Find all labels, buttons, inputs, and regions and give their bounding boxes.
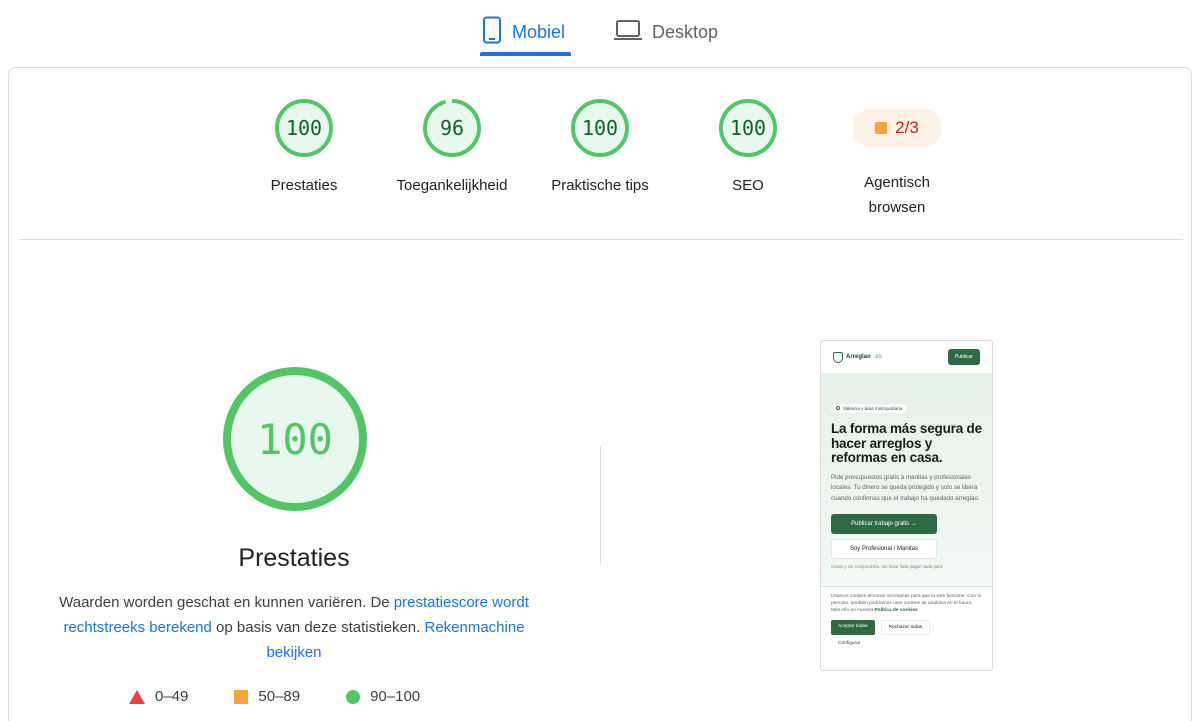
agentic-score: 2/3 (895, 118, 919, 137)
tab-desktop-label: Desktop (652, 21, 719, 42)
triangle-icon (129, 689, 145, 704)
legend-pass: 90–100 (346, 688, 420, 705)
performance-score: 100 (257, 415, 333, 464)
cookie-text: Usamos cookies técnicas necesarias para … (831, 593, 982, 614)
screenshot-small-text: Gratis y sin compromiso. No hace falta p… (831, 563, 943, 569)
legend-fail: 0–49 (129, 688, 188, 705)
reject-all-button: Rechazar todas (880, 620, 931, 635)
score-ring: 100 (571, 99, 629, 157)
legend-range: 50–89 (258, 688, 301, 705)
screenshot-cookie-banner: Usamos cookies técnicas necesarias para … (821, 586, 992, 670)
gauge-label: Prestaties (270, 177, 338, 194)
legend-average: 50–89 (234, 688, 300, 705)
gauge-label: Praktische tips (551, 177, 649, 194)
score-value: 100 (582, 116, 618, 140)
shield-check-icon (833, 351, 843, 363)
desc-text-2: op basis van deze statistieken. (211, 619, 425, 636)
score-ring: 100 (719, 99, 777, 157)
score-value: 100 (730, 116, 766, 140)
score-legend: 0–49 50–89 90–100 (129, 688, 466, 705)
vertical-divider (600, 446, 601, 564)
tab-mobile[interactable]: Mobiel (482, 12, 565, 52)
score-ring: 100 (275, 99, 333, 157)
cookie-policy-link: Política de cookies (874, 608, 918, 613)
chip-text: Valencia y área metropolitana (843, 405, 903, 411)
tab-mobile-label: Mobiel (512, 21, 566, 42)
score-value: 96 (440, 116, 464, 140)
square-icon (234, 689, 249, 704)
screenshot-secondary-button: Soy Profesional / Manitas (831, 538, 937, 559)
agentic-label: Agentisch browsen (864, 174, 930, 216)
score-ring: 96 (423, 99, 481, 157)
device-tabs: Mobiel Desktop (0, 0, 1200, 60)
smartphone-icon (482, 16, 502, 49)
gauge-best-practices[interactable]: 100 Praktische tips (525, 97, 675, 198)
desc-text-1: Waarden worden geschat en kunnen variëre… (59, 594, 394, 611)
performance-gauge: 100 (223, 367, 367, 511)
performance-description: Waarden worden geschat en kunnen variëre… (39, 590, 549, 665)
screenshot-publicar-button: Publicar (947, 349, 980, 365)
gauge-label: SEO (732, 177, 764, 194)
gauge-label: Toegankelijkheid (396, 177, 508, 194)
screenshot-primary-button: Publicar trabajo gratis → (831, 513, 937, 534)
accept-all-button: Aceptar todas (831, 620, 875, 635)
circle-icon (346, 689, 361, 704)
page-screenshot[interactable]: Arreglao .es Publicar Valencia y área met… (820, 340, 993, 671)
score-value: 100 (286, 116, 322, 140)
legend-range: 0–49 (155, 688, 189, 705)
gauge-performance[interactable]: 100 Prestaties (229, 97, 379, 198)
cookie-buttons: Aceptar todas Rechazar todas (831, 620, 982, 635)
location-pin-icon (836, 406, 840, 410)
tab-desktop[interactable]: Desktop (614, 12, 718, 52)
gauge-accessibility[interactable]: 96 Toegankelijkheid (377, 97, 527, 198)
laptop-icon (614, 19, 642, 46)
cookie-end: . (917, 608, 920, 613)
report-card: 100 Prestaties 96 Toegankelijkheid 100 P… (8, 67, 1192, 721)
active-tab-indicator (480, 52, 571, 56)
logo-text: Arreglao (846, 354, 871, 360)
screenshot-logo: Arreglao .es (833, 351, 882, 363)
logo-suffix: .es (873, 354, 882, 360)
average-square-icon (875, 122, 888, 134)
screenshot-hero: Valencia y área metropolitana La forma m… (821, 373, 992, 586)
screenshot-paragraph: Pide presupuestos gratis a manitas y pro… (831, 473, 980, 503)
configure-link: Configurar (838, 641, 861, 646)
location-chip: Valencia y área metropolitana (831, 403, 908, 413)
agentic-score-pill[interactable]: 2/3 (852, 109, 942, 147)
performance-title: Prestaties (238, 544, 350, 572)
screenshot-headline: La forma más segura de hacer arreglos y … (831, 421, 982, 465)
screenshot-header: Arreglao .es Publicar (821, 341, 992, 373)
gauge-seo[interactable]: 100 SEO (673, 97, 823, 198)
section-divider (19, 239, 1183, 240)
legend-range: 90–100 (370, 688, 421, 705)
